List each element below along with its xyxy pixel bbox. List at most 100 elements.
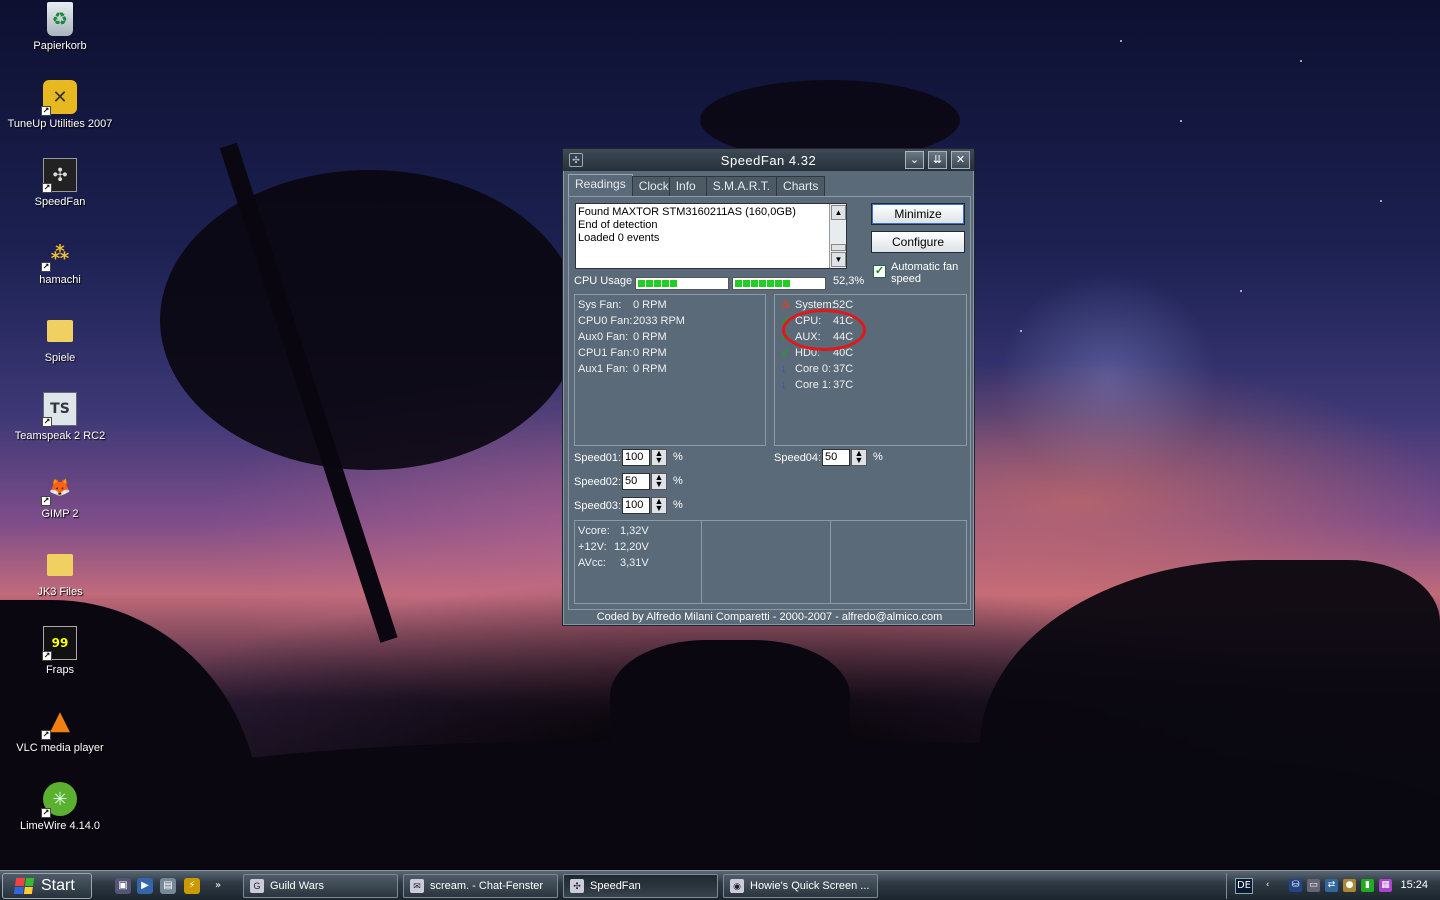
tuneup-icon: ✕ ↗ — [41, 80, 77, 116]
speed03-input[interactable]: 100 — [622, 496, 650, 514]
fan-row: Aux1 Fan: 0 RPM — [578, 363, 667, 375]
fan-row: CPU1 Fan: 0 RPM — [578, 347, 667, 359]
event-log[interactable]: Found MAXTOR STM3160211AS (160,0GB) End … — [575, 203, 847, 269]
tab-readings[interactable]: Readings — [568, 174, 633, 196]
speedfan-icon: ✣ — [570, 879, 584, 893]
spin-arrows-icon[interactable]: ▲ ▼ — [651, 472, 667, 490]
fan-row: Sys Fan: 0 RPM — [578, 299, 667, 311]
desktop-icon-papierkorb[interactable]: ♻ Papierkorb — [4, 2, 116, 52]
language-indicator[interactable]: DE — [1235, 878, 1253, 894]
speed04-spinner[interactable]: 50 ▲ ▼ % — [822, 448, 883, 466]
credits-footer: Coded by Alfredo Milani Comparetti - 200… — [596, 611, 943, 623]
scroll-thumb[interactable] — [831, 244, 846, 251]
winamp-icon[interactable]: ⚡ — [184, 878, 200, 894]
voltage-row: Vcore: 1,32V — [578, 525, 649, 537]
spin-arrows-icon[interactable]: ▲ ▼ — [651, 448, 667, 466]
taskbar: Start ▣ ▶ ▤ ⚡ » G Guild Wars ✉ scream. -… — [0, 870, 1440, 900]
tray-app-icon[interactable]: ▦ — [1379, 879, 1392, 892]
desktop-icon-label: VLC media player — [16, 742, 104, 754]
tray-collapse-icon[interactable]: ‹ — [1261, 879, 1274, 892]
tab-info[interactable]: Info — [668, 176, 707, 196]
rollup-window-button[interactable]: ⇊ — [928, 151, 947, 169]
speedfan-window[interactable]: ✣ SpeedFan 4.32 ⌄ ⇊ ✕ Readings Clock Inf… — [562, 148, 975, 626]
speedfan-icon: ✣ ↗ — [42, 158, 77, 193]
teamspeak-icon: TS ↗ — [42, 392, 77, 427]
speed02-spinner[interactable]: 50 ▲ ▼ % — [622, 472, 683, 490]
minimize-window-button[interactable]: ⌄ — [905, 151, 924, 169]
spin-arrows-icon[interactable]: ▲ ▼ — [651, 496, 667, 514]
percent-label: % — [673, 499, 683, 511]
monitor-icon[interactable]: ▭ — [1307, 879, 1320, 892]
usage-segment — [743, 280, 750, 287]
speed04-input[interactable]: 50 — [822, 448, 850, 466]
show-desktop-icon[interactable]: ▣ — [115, 878, 131, 894]
spin-arrows-icon[interactable]: ▲ ▼ — [851, 448, 867, 466]
minimize-button[interactable]: Minimize — [871, 203, 965, 225]
desktop-icon-label: Fraps — [45, 664, 75, 676]
task-speedfan[interactable]: ✣ SpeedFan — [563, 874, 718, 898]
hamachi-icon: ⁂ ↗ — [41, 242, 70, 272]
usage-segment — [662, 280, 669, 287]
desktop-icon-gimp[interactable]: 🦊 ↗ GIMP 2 — [4, 470, 116, 520]
desktop-icon-label: Papierkorb — [33, 40, 87, 52]
task-chat-window[interactable]: ✉ scream. - Chat-Fenster — [403, 874, 558, 898]
start-label: Start — [41, 877, 75, 894]
tab-bar: Readings Clock Info S.M.A.R.T. Charts — [568, 174, 826, 196]
chevron-down-icon: ⌄ — [909, 154, 920, 166]
usage-segment — [654, 280, 661, 287]
task-quick-screen[interactable]: ◉ Howie's Quick Screen ... — [723, 874, 878, 898]
quicklaunch-overflow-icon[interactable]: » — [210, 878, 226, 894]
ok-check-icon: ✓ — [781, 347, 791, 359]
scroll-up-icon[interactable]: ▲ — [831, 205, 846, 220]
cpu-core0-usage-bar — [635, 277, 729, 290]
desktop-icon-limewire[interactable]: ✳ ↗ LimeWire 4.14.0 — [4, 782, 116, 832]
desktop-icon-tuneup[interactable]: ✕ ↗ TuneUp Utilities 2007 — [4, 80, 116, 130]
speedfan-tray-icon[interactable]: ▮ — [1361, 879, 1374, 892]
title-bar[interactable]: ✣ SpeedFan 4.32 ⌄ ⇊ ✕ — [563, 149, 974, 171]
desktop-icon-jk3-files[interactable]: JK3 Files — [4, 548, 116, 598]
annotation-ellipse — [782, 309, 866, 351]
hot-flame-icon: ♨ — [781, 299, 791, 311]
desktop-icon-vlc[interactable]: ▲ ↗ VLC media player — [4, 704, 116, 754]
column-divider — [830, 521, 831, 603]
close-window-button[interactable]: ✕ — [951, 151, 970, 169]
percent-label: % — [873, 451, 883, 463]
usage-segment — [783, 280, 790, 287]
tab-charts[interactable]: Charts — [776, 176, 826, 196]
column-divider — [701, 521, 702, 603]
log-scrollbar[interactable]: ▲ ▼ — [829, 204, 846, 268]
system-tray: DE ‹ ⛁ ▭ ⇄ ● ▮ ▦ 15:24 — [1226, 873, 1440, 899]
explorer-icon[interactable]: ▤ — [160, 878, 176, 894]
cpu-usage-value: 52,3% — [833, 275, 865, 287]
desktop-icon-fraps[interactable]: 99 ↗ Fraps — [4, 626, 116, 676]
tab-clock[interactable]: Clock — [631, 176, 670, 196]
media-player-icon[interactable]: ▶ — [137, 878, 153, 894]
tab-smart[interactable]: S.M.A.R.T. — [705, 176, 778, 196]
desktop-icon-hamachi[interactable]: ⁂ ↗ hamachi — [4, 236, 116, 287]
speed01-input[interactable]: 100 — [622, 448, 650, 466]
speed02-label: Speed02: — [574, 476, 622, 488]
usage-segment — [759, 280, 766, 287]
speed02-input[interactable]: 50 — [622, 472, 650, 490]
clock[interactable]: 15:24 — [1400, 879, 1428, 891]
hamachi-tray-icon[interactable]: ● — [1343, 879, 1356, 892]
speed03-spinner[interactable]: 100 ▲ ▼ % — [622, 496, 683, 514]
task-label: scream. - Chat-Fenster — [430, 880, 544, 892]
automatic-fan-speed-checkbox[interactable]: ✓ — [873, 265, 886, 278]
temp-row: ↓ Core 0: 37C — [781, 363, 854, 375]
desktop-icon-label: Teamspeak 2 RC2 — [14, 430, 106, 442]
speed01-spinner[interactable]: 100 ▲ ▼ % — [622, 448, 683, 466]
desktop-icon-label: JK3 Files — [37, 586, 83, 598]
desktop-icon-spiele[interactable]: Spiele — [4, 314, 116, 364]
desktop-icon-speedfan[interactable]: ✣ ↗ SpeedFan — [4, 158, 116, 208]
start-button[interactable]: Start — [2, 873, 92, 899]
connection-icon[interactable]: ⇄ — [1325, 879, 1338, 892]
scroll-down-icon[interactable]: ▼ — [831, 252, 846, 267]
task-guild-wars[interactable]: G Guild Wars — [243, 874, 398, 898]
configure-button[interactable]: Configure — [871, 231, 965, 253]
log-line: End of detection — [578, 219, 658, 231]
folder-icon — [47, 320, 73, 342]
cpu-usage-label: CPU Usage — [574, 275, 633, 287]
network-icon[interactable]: ⛁ — [1289, 879, 1302, 892]
desktop-icon-teamspeak[interactable]: TS ↗ Teamspeak 2 RC2 — [4, 392, 116, 442]
